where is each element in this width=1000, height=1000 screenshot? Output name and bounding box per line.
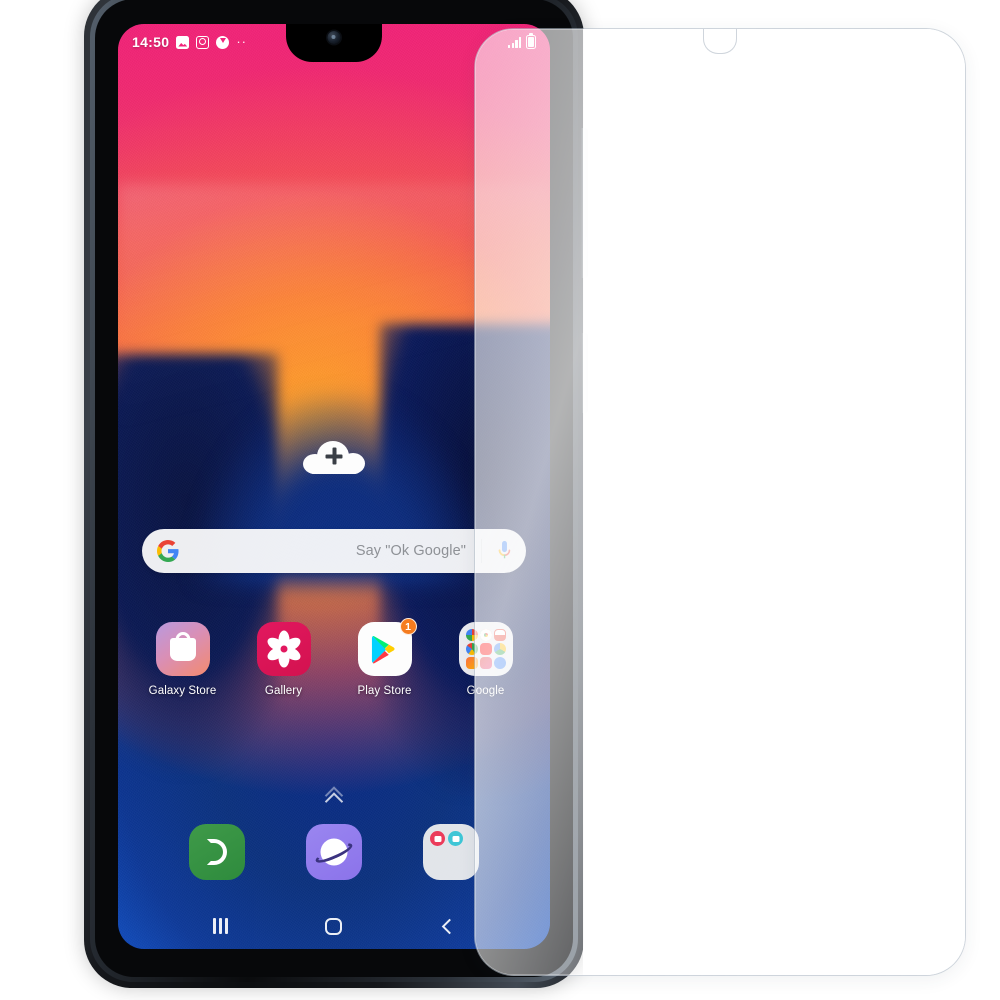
- app-play-store[interactable]: 1 Play Store: [347, 618, 423, 697]
- dock-samsung-internet-app[interactable]: [305, 824, 362, 880]
- app-label: Play Store: [357, 685, 412, 697]
- cloud-plus-icon: [303, 440, 365, 474]
- app-label: Galaxy Store: [148, 685, 217, 697]
- gallery-icon: [256, 622, 311, 676]
- status-bar-left: 14:50 ··: [132, 34, 247, 50]
- dock-phone-app[interactable]: [188, 824, 245, 880]
- app-galaxy-store[interactable]: Galaxy Store: [145, 622, 221, 697]
- photo-icon: [176, 35, 190, 49]
- phone-icon: [206, 839, 227, 865]
- search-hint-text: Say "Ok Google": [355, 543, 466, 559]
- protector-edge-line: [583, 29, 584, 975]
- dock-folder[interactable]: [423, 824, 480, 880]
- chevron-up-icon[interactable]: [320, 789, 348, 803]
- screen-capture-icon: [196, 35, 210, 49]
- more-icons: ··: [236, 34, 247, 49]
- recents-icon: [213, 918, 229, 934]
- front-camera-icon: [327, 31, 341, 44]
- app-gallery[interactable]: Gallery: [246, 622, 322, 697]
- galaxy-store-icon: [155, 622, 210, 676]
- home-button[interactable]: [314, 913, 354, 939]
- google-search-bar[interactable]: Say "Ok Google": [142, 529, 526, 573]
- protector-notch-cutout: [703, 29, 737, 54]
- waterdrop-notch: [286, 24, 382, 62]
- google-g-icon: [157, 540, 179, 562]
- product-photo-canvas: 14:50 ·· Say "Ok Google" Galaxy Store Ga…: [0, 0, 1000, 1000]
- download-icon: [216, 35, 230, 49]
- home-icon: [325, 917, 343, 935]
- folder-app-two-icon: [448, 831, 464, 846]
- recents-button[interactable]: [201, 913, 241, 939]
- app-label: Gallery: [264, 685, 303, 697]
- status-clock: 14:50: [132, 34, 170, 50]
- back-chevron-icon: [441, 918, 458, 934]
- back-button[interactable]: [427, 913, 467, 939]
- notification-badge: 1: [399, 618, 417, 635]
- cloud-add-widget[interactable]: [303, 440, 365, 474]
- gallery-flower-glyph: [257, 622, 311, 676]
- tempered-glass-screen-protector: [474, 28, 966, 976]
- folder-app-one-icon: [430, 831, 446, 846]
